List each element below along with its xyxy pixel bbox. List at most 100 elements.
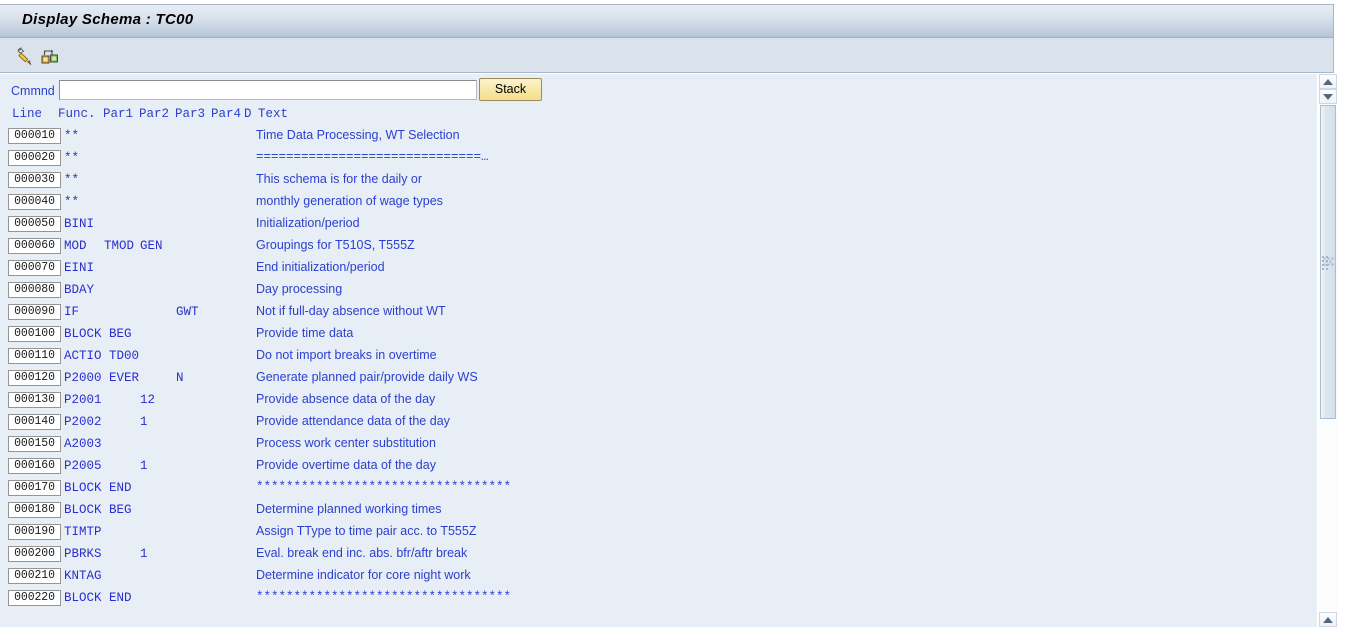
table-row[interactable]: 000220 BLOCK END *************************… (0, 588, 1317, 610)
table-row[interactable]: 000170 BLOCK END *************************… (0, 478, 1317, 500)
row-cell-text: ==============================… (256, 150, 489, 164)
row-cell-par3: GWT (176, 305, 199, 319)
row-cell-func: BINI (64, 217, 95, 231)
row-cell-func: P2002 (64, 415, 102, 429)
table-row[interactable]: 000010 ** Time Data Processing, WT Selecti… (0, 126, 1317, 148)
table-row[interactable]: 000140 P2002 1 Provide attendance data of t… (0, 412, 1317, 434)
row-cell-text: Initialization/period (256, 216, 360, 230)
row-line-number[interactable]: 000150 (8, 436, 61, 452)
table-row[interactable]: 000200 PBRKS 1 Eval. break end inc. abs. bf… (0, 544, 1317, 566)
row-line-number[interactable]: 000070 (8, 260, 61, 276)
sap-schema-window: Display Schema : TC00 Cmmnd Stack Line F… (0, 0, 1352, 627)
row-line-number[interactable]: 000030 (8, 172, 61, 188)
table-row[interactable]: 000060 MOD TMOD GEN Groupings for T510S, T55… (0, 236, 1317, 258)
row-cell-func: TIMTP (64, 525, 102, 539)
table-row[interactable]: 000180 BLOCK BEG Determine planned working… (0, 500, 1317, 522)
table-row[interactable]: 000160 P2005 1 Provide overtime data of the… (0, 456, 1317, 478)
scroll-up-arrow-icon (1323, 78, 1333, 85)
command-row: Cmmnd Stack (0, 78, 1317, 106)
row-cell-func: IF (64, 305, 80, 319)
schema-table-header: Line Func. Par1 Par2 Par3 Par4 D Text (0, 107, 1317, 125)
schema-structure-icon[interactable] (40, 46, 60, 66)
row-line-number[interactable]: 000200 (8, 546, 61, 562)
row-line-number[interactable]: 000180 (8, 502, 61, 518)
row-line-number[interactable]: 000040 (8, 194, 61, 210)
row-cell-text: Do not import breaks in overtime (256, 348, 437, 362)
row-cell-par1: TMOD (104, 239, 135, 253)
table-row[interactable]: 000210 KNTAG Determine indicator for core … (0, 566, 1317, 588)
change-pencil-icon[interactable] (14, 46, 34, 66)
row-cell-func: ** (64, 195, 80, 209)
vertical-scrollbar[interactable] (1319, 74, 1337, 627)
row-cell-text: Provide attendance data of the day (256, 414, 450, 428)
column-header-par4: Par4 (211, 107, 242, 121)
table-row[interactable]: 000030 ** This schema is for the daily or (0, 170, 1317, 192)
table-row[interactable]: 000070 EINI End initialization/period (0, 258, 1317, 280)
row-line-number[interactable]: 000130 (8, 392, 61, 408)
row-cell-func: P2000 EVER (64, 371, 140, 385)
row-cell-func: KNTAG (64, 569, 102, 583)
row-line-number[interactable]: 000110 (8, 348, 61, 364)
command-input[interactable] (59, 80, 477, 100)
row-cell-func: BLOCK BEG (64, 503, 132, 517)
table-row[interactable]: 000090 IF GWT Not if full-day absence witho… (0, 302, 1317, 324)
table-row[interactable]: 000040 ** monthly generation of wage types (0, 192, 1317, 214)
row-line-number[interactable]: 000100 (8, 326, 61, 342)
row-line-number[interactable]: 000050 (8, 216, 61, 232)
table-row[interactable]: 000190 TIMTP Assign TType to time pair acc… (0, 522, 1317, 544)
row-cell-func: ** (64, 151, 80, 165)
row-line-number[interactable]: 000120 (8, 370, 61, 386)
row-line-number[interactable]: 000220 (8, 590, 61, 606)
row-cell-par2: 1 (140, 547, 148, 561)
schema-row-list: 000010 ** Time Data Processing, WT Selecti… (0, 126, 1317, 610)
table-row[interactable]: 000100 BLOCK BEG Provide time data (0, 324, 1317, 346)
row-cell-text: monthly generation of wage types (256, 194, 443, 208)
window-band: Display Schema : TC00 (0, 4, 1334, 101)
row-cell-text: Generate planned pair/provide daily WS (256, 370, 478, 384)
row-cell-text: Assign TType to time pair acc. to T555Z (256, 524, 477, 538)
table-row[interactable]: 000020 ** ==============================… (0, 148, 1317, 170)
scroll-up-button[interactable] (1319, 74, 1337, 89)
table-row[interactable]: 000050 BINI Initialization/period (0, 214, 1317, 236)
row-line-number[interactable]: 000140 (8, 414, 61, 430)
row-cell-text: This schema is for the daily or (256, 172, 423, 186)
row-cell-func: ACTIO TD00 (64, 349, 140, 363)
row-cell-text: Determine indicator for core night work (256, 568, 471, 582)
table-row[interactable]: 000120 P2000 EVER N Generate planned pair/p… (0, 368, 1317, 390)
row-line-number[interactable]: 000170 (8, 480, 61, 496)
row-cell-func: PBRKS (64, 547, 102, 561)
table-row[interactable]: 000080 BDAY Day processing (0, 280, 1317, 302)
row-cell-func: P2005 (64, 459, 102, 473)
row-cell-text: ********************************** (256, 590, 512, 604)
pane-splitter-grip[interactable] (1322, 256, 1329, 274)
row-line-number[interactable]: 000210 (8, 568, 61, 584)
row-cell-func: EINI (64, 261, 95, 275)
row-line-number[interactable]: 000080 (8, 282, 61, 298)
command-label: Cmmnd (11, 84, 55, 98)
row-cell-par3: N (176, 371, 184, 385)
table-row[interactable]: 000150 A2003 Process work center substitut… (0, 434, 1317, 456)
stack-button[interactable]: Stack (479, 78, 542, 101)
scroll-down-arrow-icon (1323, 93, 1333, 100)
row-line-number[interactable]: 000020 (8, 150, 61, 166)
row-cell-text: Provide time data (256, 326, 354, 340)
scrollbar-track[interactable] (1319, 105, 1337, 611)
table-row[interactable]: 000110 ACTIO TD00 Do not import breaks in … (0, 346, 1317, 368)
row-line-number[interactable]: 000160 (8, 458, 61, 474)
scroll-down-button[interactable] (1319, 89, 1337, 104)
row-line-number[interactable]: 000060 (8, 238, 61, 254)
row-cell-text: Provide absence data of the day (256, 392, 436, 406)
row-cell-text: Eval. break end inc. abs. bfr/aftr break (256, 546, 468, 560)
column-header-d: D (244, 107, 252, 121)
row-line-number[interactable]: 000190 (8, 524, 61, 540)
scroll-bottom-button[interactable] (1319, 612, 1337, 627)
row-cell-text: Day processing (256, 282, 343, 296)
table-row[interactable]: 000130 P2001 12 Provide absence data of the… (0, 390, 1317, 412)
right-margin-strip (1337, 4, 1352, 73)
column-header-par2: Par2 (139, 107, 170, 121)
page-title: Display Schema : TC00 (22, 11, 194, 28)
scroll-bottom-arrow-icon (1323, 616, 1333, 623)
row-line-number[interactable]: 000090 (8, 304, 61, 320)
row-line-number[interactable]: 000010 (8, 128, 61, 144)
schema-content-pane: Cmmnd Stack Line Func. Par1 Par2 Par3 Pa… (0, 74, 1317, 627)
